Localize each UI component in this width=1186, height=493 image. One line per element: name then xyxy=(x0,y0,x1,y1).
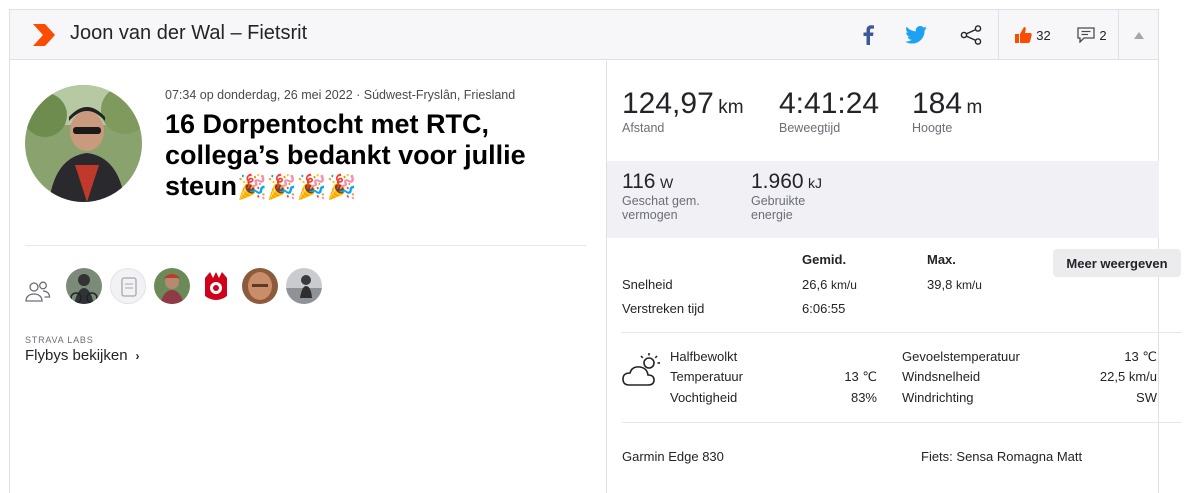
wind-speed-value: 22,5 km/u xyxy=(1099,369,1157,384)
wind-speed-label: Windsnelheid xyxy=(902,369,981,384)
stat-energy-label-1: Gebruikte xyxy=(751,194,806,208)
kudos-count: 32 xyxy=(1036,27,1051,43)
share-icon xyxy=(960,25,982,45)
athlete-avatar-6[interactable] xyxy=(286,268,322,304)
collapse-button[interactable] xyxy=(1118,10,1158,60)
divider xyxy=(25,245,586,246)
strava-chevron-icon xyxy=(33,24,55,46)
row-elapsed-avg: 6:06:55 xyxy=(802,301,846,316)
flybys-link[interactable]: Flybys bekijken › xyxy=(25,347,140,364)
comments-count: 2 xyxy=(1099,27,1107,43)
wind-direction-label: Windrichting xyxy=(902,390,974,405)
feels-like-label: Gevoelstemperatuur xyxy=(902,349,1020,364)
humidity-label: Vochtigheid xyxy=(670,390,738,405)
group-athletes-list xyxy=(66,268,322,304)
stat-moving-time-value: 4:41:24 xyxy=(779,87,880,120)
row-speed-avg: 26,6 km/u xyxy=(802,277,857,292)
caret-up-icon xyxy=(1133,31,1144,39)
stat-elevation-value: 184 xyxy=(912,87,963,120)
flybys-link-label: Flybys bekijken xyxy=(25,347,128,364)
athlete-avatar-2[interactable] xyxy=(110,268,146,304)
stat-power-label-2: vermogen xyxy=(622,208,678,222)
partly-cloudy-icon xyxy=(622,353,660,386)
kudos-thumb-icon xyxy=(1015,27,1033,43)
stat-energy-label-2: energie xyxy=(751,208,793,222)
secondary-stats: 116 W Geschat gem. vermogen 1.960 kJ Geb… xyxy=(607,161,1159,238)
stat-energy-unit: kJ xyxy=(808,175,823,191)
stat-moving-time: 4:41:24 Beweegtijd xyxy=(779,87,879,135)
row-speed-max: 39,8 km/u xyxy=(927,277,982,292)
row-speed-avg-unit: km/u xyxy=(830,278,857,292)
stat-power-unit: W xyxy=(659,175,674,191)
activity-title: 16 Dorpentocht met RTC, collega’s bedank… xyxy=(165,109,585,203)
humidity-value: 83% xyxy=(850,390,877,405)
activity-header-title: Joon van der Wal – Fietsrit xyxy=(70,22,308,44)
stat-distance-value: 124,97 xyxy=(622,87,714,120)
wind-direction-value: SW xyxy=(1136,390,1157,405)
stat-elevation: 184 m Hoogte xyxy=(912,87,982,135)
athlete-avatar-1[interactable] xyxy=(66,268,102,304)
row-speed-max-value: 39,8 xyxy=(927,277,953,292)
stat-elevation-label: Hoogte xyxy=(912,121,953,135)
activity-header: Joon van der Wal – Fietsrit 32 2 xyxy=(10,10,1158,60)
group-athletes-icon xyxy=(25,281,51,302)
twitter-icon xyxy=(905,26,927,44)
chevron-right-icon: › xyxy=(135,348,140,363)
kudos-button[interactable]: 32 xyxy=(998,10,1066,60)
stat-power: 116 W Geschat gem. vermogen xyxy=(622,170,700,222)
divider xyxy=(622,422,1182,423)
stat-distance-unit: km xyxy=(718,97,744,118)
facebook-icon xyxy=(863,25,874,45)
stat-energy: 1.960 kJ Gebruikte energie xyxy=(751,170,822,222)
column-header-avg: Gemid. xyxy=(802,252,847,267)
athlete-avatar-3[interactable] xyxy=(154,268,190,304)
athlete-avatar[interactable] xyxy=(25,85,142,202)
stat-elevation-unit: m xyxy=(966,97,983,118)
column-header-max: Max. xyxy=(927,252,956,267)
weather-condition: Halfbewolkt xyxy=(670,349,738,364)
device-name: Garmin Edge 830 xyxy=(622,449,724,464)
facebook-share-button[interactable] xyxy=(848,17,888,53)
row-speed-max-unit: km/u xyxy=(955,278,982,292)
show-more-button[interactable]: Meer weergeven xyxy=(1053,249,1181,277)
athlete-avatar-5[interactable] xyxy=(242,268,278,304)
divider xyxy=(622,332,1182,333)
activity-summary: 07:34 op donderdag, 26 mei 2022 · Súdwes… xyxy=(10,61,606,493)
bike-name: Fiets: Sensa Romagna Matt xyxy=(921,449,1083,464)
activity-meta: 07:34 op donderdag, 26 mei 2022 · Súdwes… xyxy=(165,88,516,102)
activity-stats-panel: 124,97 km Afstand 4:41:24 Beweegtijd 184… xyxy=(606,61,1182,493)
comments-button[interactable]: 2 xyxy=(1066,10,1118,60)
header-actions: 32 2 xyxy=(848,10,1158,60)
comment-icon xyxy=(1077,27,1096,43)
row-speed-avg-value: 26,6 xyxy=(802,277,828,292)
party-popper-emoji: 🎉🎉🎉🎉 xyxy=(237,174,357,201)
stat-power-value: 116 xyxy=(622,170,656,193)
stat-power-label-1: Geschat gem. xyxy=(622,194,700,208)
row-elapsed-label: Verstreken tijd xyxy=(622,301,705,316)
activity-card: Joon van der Wal – Fietsrit 32 2 07:34 o… xyxy=(9,9,1182,493)
temperature-label: Temperatuur xyxy=(670,369,743,384)
stat-distance: 124,97 km Afstand xyxy=(622,87,744,135)
strava-labs-caption: STRAVA LABS xyxy=(25,335,94,345)
stat-distance-label: Afstand xyxy=(622,121,665,135)
share-button[interactable] xyxy=(944,17,998,53)
row-speed-label: Snelheid xyxy=(622,277,673,292)
stat-moving-time-label: Beweegtijd xyxy=(779,121,841,135)
athlete-avatar-4[interactable] xyxy=(198,268,234,304)
stat-energy-value: 1.960 xyxy=(751,170,804,193)
feels-like-value: 13 ℃ xyxy=(1124,349,1157,364)
athlete-photo xyxy=(25,85,142,202)
twitter-share-button[interactable] xyxy=(888,17,944,53)
temperature-value: 13 ℃ xyxy=(844,369,877,384)
